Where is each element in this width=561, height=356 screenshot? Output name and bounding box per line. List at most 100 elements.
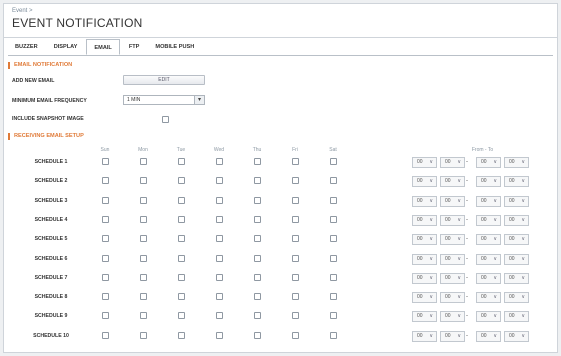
day-checkbox[interactable] — [140, 331, 147, 339]
day-checkbox[interactable] — [140, 177, 147, 185]
day-checkbox[interactable] — [216, 177, 223, 185]
to-hour-select[interactable]: 00 ∨ — [476, 272, 501, 284]
day-checkbox[interactable] — [330, 312, 337, 320]
to-minute-select[interactable]: 00 ∨ — [504, 234, 529, 246]
day-checkbox[interactable] — [292, 177, 299, 185]
day-checkbox[interactable] — [292, 158, 299, 165]
to-minute-select[interactable]: 00 ∨ — [504, 330, 529, 342]
day-checkbox[interactable] — [254, 215, 261, 223]
day-checkbox[interactable] — [254, 273, 261, 281]
to-hour-select[interactable]: 00 ∨ — [476, 253, 501, 265]
day-checkbox[interactable] — [254, 235, 261, 243]
day-checkbox[interactable] — [216, 331, 223, 339]
from-minute-select[interactable]: 00 ∨ — [440, 176, 465, 188]
day-checkbox[interactable] — [254, 293, 261, 301]
day-checkbox[interactable] — [140, 215, 147, 223]
day-checkbox[interactable] — [216, 273, 223, 281]
to-hour-select[interactable]: 00 ∨ — [476, 176, 501, 188]
to-minute-select[interactable]: 00 ∨ — [504, 157, 529, 168]
from-minute-select[interactable]: 00 ∨ — [440, 330, 465, 342]
day-checkbox[interactable] — [330, 215, 337, 223]
to-minute-select[interactable]: 00 ∨ — [504, 311, 529, 323]
day-checkbox[interactable] — [102, 158, 109, 165]
to-hour-select[interactable]: 00 ∨ — [476, 292, 501, 304]
day-checkbox[interactable] — [102, 235, 109, 243]
day-checkbox[interactable] — [216, 254, 223, 262]
day-checkbox[interactable] — [178, 331, 185, 339]
day-checkbox[interactable] — [102, 196, 109, 204]
day-checkbox[interactable] — [178, 158, 185, 165]
breadcrumb[interactable]: Event > — [12, 8, 549, 15]
from-minute-select[interactable]: 00 ∨ — [440, 195, 465, 207]
day-checkbox[interactable] — [292, 215, 299, 223]
day-checkbox[interactable] — [292, 331, 299, 339]
to-minute-select[interactable]: 00 ∨ — [504, 253, 529, 265]
day-checkbox[interactable] — [216, 235, 223, 243]
day-checkbox[interactable] — [140, 235, 147, 243]
day-checkbox[interactable] — [254, 312, 261, 320]
from-minute-select[interactable]: 00 ∨ — [440, 214, 465, 226]
edit-email-button[interactable]: EDIT — [123, 75, 205, 85]
to-hour-select[interactable]: 00 ∨ — [476, 157, 501, 168]
day-checkbox[interactable] — [140, 273, 147, 281]
from-hour-select[interactable]: 00 ∨ — [412, 311, 437, 323]
from-hour-select[interactable]: 00 ∨ — [412, 214, 437, 226]
day-checkbox[interactable] — [330, 235, 337, 243]
day-checkbox[interactable] — [102, 177, 109, 185]
day-checkbox[interactable] — [178, 177, 185, 185]
day-checkbox[interactable] — [330, 158, 337, 165]
day-checkbox[interactable] — [102, 331, 109, 339]
from-minute-select[interactable]: 00 ∨ — [440, 157, 465, 168]
day-checkbox[interactable] — [102, 293, 109, 301]
day-checkbox[interactable] — [292, 235, 299, 243]
from-minute-select[interactable]: 00 ∨ — [440, 234, 465, 246]
include-snapshot-checkbox[interactable] — [162, 116, 169, 123]
day-checkbox[interactable] — [140, 293, 147, 301]
to-hour-select[interactable]: 00 ∨ — [476, 330, 501, 342]
day-checkbox[interactable] — [140, 254, 147, 262]
day-checkbox[interactable] — [254, 158, 261, 165]
day-checkbox[interactable] — [178, 293, 185, 301]
day-checkbox[interactable] — [254, 196, 261, 204]
day-checkbox[interactable] — [140, 312, 147, 320]
tab-mobile-push[interactable]: MOBILE PUSH — [148, 39, 201, 55]
day-checkbox[interactable] — [292, 312, 299, 320]
day-checkbox[interactable] — [102, 254, 109, 262]
from-minute-select[interactable]: 00 ∨ — [440, 311, 465, 323]
day-checkbox[interactable] — [254, 254, 261, 262]
to-minute-select[interactable]: 00 ∨ — [504, 214, 529, 226]
day-checkbox[interactable] — [178, 273, 185, 281]
day-checkbox[interactable] — [292, 293, 299, 301]
day-checkbox[interactable] — [178, 196, 185, 204]
day-checkbox[interactable] — [102, 312, 109, 320]
to-minute-select[interactable]: 00 ∨ — [504, 176, 529, 188]
from-minute-select[interactable]: 00 ∨ — [440, 292, 465, 304]
from-hour-select[interactable]: 00 ∨ — [412, 176, 437, 188]
day-checkbox[interactable] — [330, 177, 337, 185]
day-checkbox[interactable] — [216, 215, 223, 223]
day-checkbox[interactable] — [140, 158, 147, 165]
tab-ftp[interactable]: FTP — [122, 39, 147, 55]
from-hour-select[interactable]: 00 ∨ — [412, 330, 437, 342]
day-checkbox[interactable] — [102, 215, 109, 223]
day-checkbox[interactable] — [254, 331, 261, 339]
day-checkbox[interactable] — [330, 273, 337, 281]
from-hour-select[interactable]: 00 ∨ — [412, 292, 437, 304]
day-checkbox[interactable] — [216, 312, 223, 320]
day-checkbox[interactable] — [292, 273, 299, 281]
day-checkbox[interactable] — [330, 331, 337, 339]
day-checkbox[interactable] — [330, 293, 337, 301]
to-minute-select[interactable]: 00 ∨ — [504, 292, 529, 304]
day-checkbox[interactable] — [178, 254, 185, 262]
tab-email[interactable]: EMAIL — [86, 39, 120, 55]
day-checkbox[interactable] — [292, 254, 299, 262]
from-hour-select[interactable]: 00 ∨ — [412, 195, 437, 207]
day-checkbox[interactable] — [178, 215, 185, 223]
tab-display[interactable]: DISPLAY — [47, 39, 85, 55]
day-checkbox[interactable] — [140, 196, 147, 204]
to-hour-select[interactable]: 00 ∨ — [476, 214, 501, 226]
day-checkbox[interactable] — [216, 196, 223, 204]
day-checkbox[interactable] — [292, 196, 299, 204]
to-hour-select[interactable]: 00 ∨ — [476, 311, 501, 323]
from-minute-select[interactable]: 00 ∨ — [440, 272, 465, 284]
